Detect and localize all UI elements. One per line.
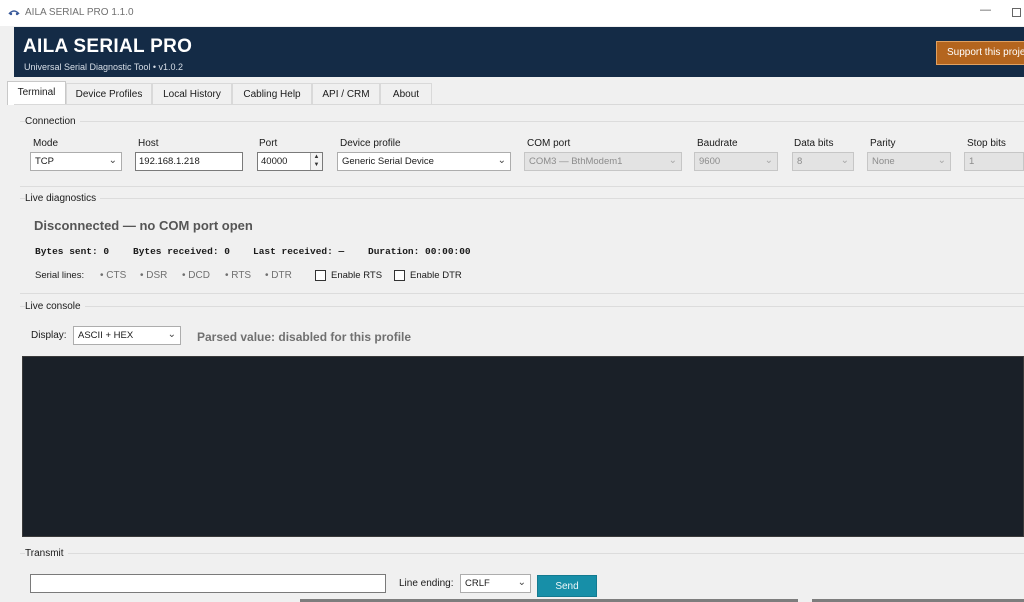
console-output[interactable] — [22, 356, 1024, 537]
baudrate-label: Baudrate — [697, 138, 738, 149]
transmit-input[interactable] — [30, 574, 386, 593]
stop-bits-value: 1 — [969, 156, 975, 167]
tab-terminal[interactable]: Terminal — [7, 81, 66, 105]
baudrate-value: 9600 — [699, 156, 721, 167]
connection-status: Disconnected — no COM port open — [34, 218, 253, 233]
chevron-down-icon: ⌄ — [937, 155, 946, 166]
maximize-icon[interactable] — [1012, 8, 1021, 17]
port-spinner[interactable]: ▲ ▼ — [310, 153, 322, 170]
line-rts-indicator: • RTS — [225, 270, 252, 281]
parity-label: Parity — [870, 138, 896, 149]
tab-strip: Terminal Device Profiles Local History C… — [0, 81, 1024, 105]
transmit-group-label: Transmit — [25, 548, 68, 559]
mode-value: TCP — [35, 156, 54, 167]
tab-local-history[interactable]: Local History — [152, 83, 232, 105]
console-group-label: Live console — [25, 301, 85, 312]
line-ending-value: CRLF — [465, 578, 490, 589]
line-dsr-indicator: • DSR — [140, 270, 168, 281]
display-mode-value: ASCII + HEX — [78, 330, 134, 341]
stop-bits-label: Stop bits — [967, 138, 1006, 149]
connection-group-label: Connection — [25, 116, 80, 127]
bytes-received: Bytes received: 0 — [133, 246, 230, 257]
tab-cabling-help[interactable]: Cabling Help — [232, 83, 312, 105]
line-dtr-indicator: • DTR — [265, 270, 292, 281]
bytes-sent: Bytes sent: 0 — [35, 246, 110, 257]
enable-dtr-label[interactable]: Enable DTR — [410, 270, 462, 281]
stop-bits-select[interactable]: 1 — [964, 152, 1024, 171]
spin-down-icon[interactable]: ▼ — [311, 161, 322, 169]
data-bits-select[interactable]: 8 ⌄ — [792, 152, 854, 171]
parity-value: None — [872, 156, 895, 167]
chevron-down-icon: ⌄ — [167, 329, 176, 340]
spin-up-icon[interactable]: ▲ — [311, 153, 322, 161]
com-port-label: COM port — [527, 138, 571, 149]
com-port-select[interactable]: COM3 — BthModem1 ⌄ — [524, 152, 682, 171]
brand-subtitle: Universal Serial Diagnostic Tool • v1.0.… — [24, 62, 184, 72]
parity-select[interactable]: None ⌄ — [867, 152, 951, 171]
last-received: Last received: — — [253, 246, 345, 257]
chevron-down-icon: ⌄ — [517, 577, 526, 588]
send-button[interactable]: Send — [537, 575, 597, 597]
chevron-down-icon: ⌄ — [108, 155, 117, 166]
tab-api-crm[interactable]: API / CRM — [312, 83, 380, 105]
chevron-down-icon: ⌄ — [764, 155, 773, 166]
chevron-down-icon: ⌄ — [668, 155, 677, 166]
display-label: Display: — [31, 330, 67, 341]
line-cts-indicator: • CTS — [100, 270, 127, 281]
data-bits-label: Data bits — [794, 138, 834, 149]
port-stepper[interactable]: 40000 ▲ ▼ — [257, 152, 323, 171]
device-profile-label: Device profile — [340, 138, 401, 149]
baudrate-select[interactable]: 9600 ⌄ — [694, 152, 778, 171]
data-bits-value: 8 — [797, 156, 803, 167]
app-header: AILA SERIAL PRO Universal Serial Diagnos… — [14, 27, 1024, 77]
display-mode-select[interactable]: ASCII + HEX ⌄ — [73, 326, 181, 345]
duration: Duration: 00:00:00 — [368, 246, 471, 257]
parsed-value-status: Parsed value: disabled for this profile — [197, 330, 412, 344]
host-input[interactable]: 192.168.1.218 — [135, 152, 243, 171]
window-title: AILA SERIAL PRO 1.1.0 — [25, 7, 134, 18]
host-label: Host — [138, 138, 159, 149]
mode-select[interactable]: TCP ⌄ — [30, 152, 122, 171]
tab-device-profiles[interactable]: Device Profiles — [66, 83, 152, 105]
enable-rts-checkbox[interactable] — [315, 270, 326, 281]
diagnostics-group-label: Live diagnostics — [25, 193, 101, 204]
tab-about[interactable]: About — [380, 83, 432, 105]
minimize-icon[interactable]: — — [980, 4, 994, 20]
app-icon — [8, 10, 20, 16]
line-ending-label: Line ending: — [399, 578, 454, 589]
support-button[interactable]: Support this project — [936, 41, 1024, 65]
chevron-down-icon: ⌄ — [497, 155, 506, 166]
line-ending-select[interactable]: CRLF ⌄ — [460, 574, 531, 593]
enable-rts-label[interactable]: Enable RTS — [331, 270, 382, 281]
enable-dtr-checkbox[interactable] — [394, 270, 405, 281]
line-dcd-indicator: • DCD — [182, 270, 210, 281]
device-profile-select[interactable]: Generic Serial Device ⌄ — [337, 152, 511, 171]
com-port-value: COM3 — BthModem1 — [529, 156, 623, 167]
port-value: 40000 — [261, 156, 288, 167]
serial-lines-label: Serial lines: — [35, 270, 85, 281]
chevron-down-icon: ⌄ — [840, 155, 849, 166]
brand-title: AILA SERIAL PRO — [23, 36, 193, 57]
mode-label: Mode — [33, 138, 59, 149]
window-titlebar: AILA SERIAL PRO 1.1.0 — — [0, 0, 1024, 26]
device-profile-value: Generic Serial Device — [342, 156, 434, 167]
port-label: Port — [259, 138, 278, 149]
